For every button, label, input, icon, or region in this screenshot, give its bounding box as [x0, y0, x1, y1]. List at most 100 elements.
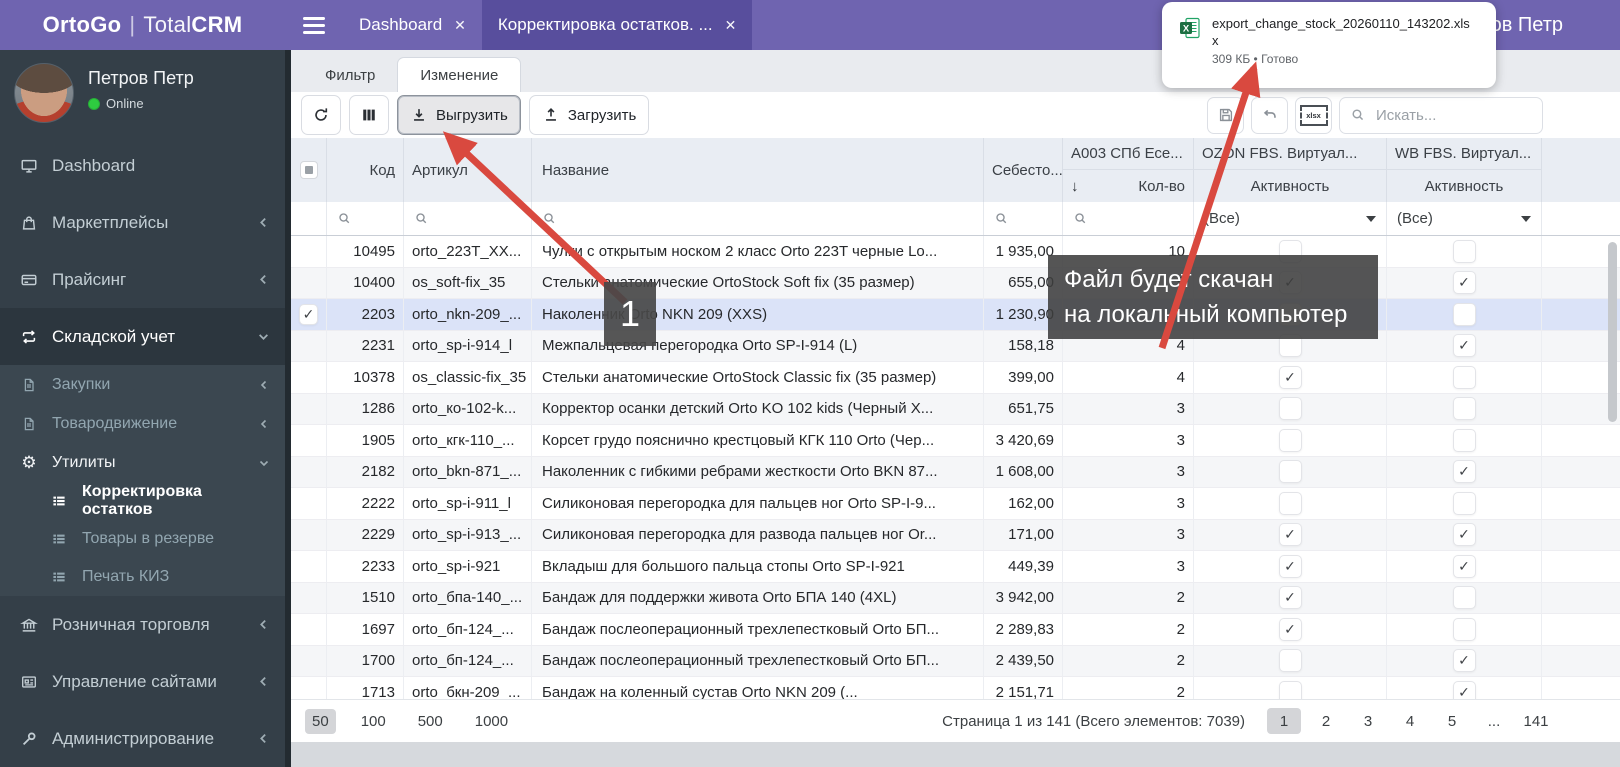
- column-group-wb[interactable]: WB FBS. Виртуал...: [1387, 138, 1542, 170]
- column-group-ozon[interactable]: OZON FBS. Виртуал...: [1194, 138, 1387, 170]
- filter-qty[interactable]: [1063, 202, 1194, 235]
- sidebar-item-retail[interactable]: Розничная торговля: [0, 596, 285, 653]
- table-row[interactable]: 1700 orto_бп-124_... Бандаж послеопераци…: [291, 646, 1620, 678]
- page-button-1[interactable]: 1: [1267, 708, 1301, 734]
- page-size-50[interactable]: 50: [305, 709, 336, 734]
- page-button-last[interactable]: 141: [1519, 708, 1553, 734]
- filter-ozon-activity-select[interactable]: (Все): [1194, 202, 1387, 235]
- wb-activity-checkbox[interactable]: [1453, 429, 1476, 452]
- table-row[interactable]: 1697 orto_бп-124_... Бандаж послеопераци…: [291, 614, 1620, 646]
- sidebar-item-purchases[interactable]: Закупки: [0, 365, 285, 404]
- wb-activity-checkbox[interactable]: [1453, 618, 1476, 641]
- table-row[interactable]: 10495 orto_223T_XX... Чулки с открытым н…: [291, 236, 1620, 268]
- export-button[interactable]: Выгрузить: [397, 95, 521, 135]
- sidebar-item-warehouse[interactable]: Складской учет: [0, 308, 285, 365]
- table-row[interactable]: 2233 orto_sp-i-921 Вкладыш для большого …: [291, 551, 1620, 583]
- undo-button[interactable]: [1251, 97, 1288, 134]
- sidebar-item-goods-movement[interactable]: Товародвижение: [0, 404, 285, 443]
- filter-name[interactable]: [532, 202, 984, 235]
- close-icon[interactable]: ✕: [454, 17, 466, 34]
- sidebar-toggle-button[interactable]: [285, 0, 343, 50]
- ozon-activity-checkbox[interactable]: ✓: [1279, 586, 1302, 609]
- row-checkbox[interactable]: ✓: [299, 304, 318, 325]
- tab-filter[interactable]: Фильтр: [303, 58, 397, 92]
- search-box[interactable]: [1339, 97, 1543, 134]
- ozon-activity-checkbox[interactable]: ✓: [1279, 366, 1302, 389]
- page-size-1000[interactable]: 1000: [468, 709, 515, 734]
- sidebar-item-reserved-goods[interactable]: Товары в резерве: [0, 520, 285, 558]
- wb-activity-checkbox[interactable]: ✓: [1453, 555, 1476, 578]
- wb-activity-checkbox[interactable]: ✓: [1453, 460, 1476, 483]
- filter-code[interactable]: [327, 202, 404, 235]
- column-header-wb-activity[interactable]: Активность: [1387, 170, 1542, 202]
- ozon-activity-checkbox[interactable]: [1279, 681, 1302, 699]
- tab-stock-correction[interactable]: Корректировка остатков. ... ✕: [482, 0, 752, 50]
- table-row[interactable]: 1713 orto_бкн-209_... Бандаж на коленный…: [291, 677, 1620, 699]
- table-row[interactable]: 2229 orto_sp-i-913_... Силиконовая перег…: [291, 520, 1620, 552]
- wb-activity-checkbox[interactable]: [1453, 240, 1476, 263]
- user-avatar[interactable]: [14, 63, 74, 123]
- download-notification[interactable]: X export_change_stock_20260110_143202.xl…: [1162, 2, 1496, 88]
- table-row-selected[interactable]: ✓ 2203 orto_nkn-209_... Наколенник Orto …: [291, 299, 1620, 331]
- export-xlsx-button[interactable]: xlsx: [1295, 97, 1332, 134]
- table-row[interactable]: 2182 orto_bkn-871_... Наколенник с гибки…: [291, 457, 1620, 489]
- page-button-5[interactable]: 5: [1435, 708, 1469, 734]
- tab-edit[interactable]: Изменение: [397, 57, 521, 92]
- wb-activity-checkbox[interactable]: [1453, 397, 1476, 420]
- wb-activity-checkbox[interactable]: ✓: [1453, 334, 1476, 357]
- save-button[interactable]: [1207, 97, 1244, 134]
- sidebar-item-administration[interactable]: Администрирование: [0, 710, 285, 767]
- table-row[interactable]: 2222 orto_sp-i-911_l Силиконовая перегор…: [291, 488, 1620, 520]
- refresh-button[interactable]: [301, 95, 341, 135]
- ozon-activity-checkbox[interactable]: [1279, 460, 1302, 483]
- columns-button[interactable]: [349, 95, 389, 135]
- column-header-name[interactable]: Название: [532, 138, 984, 202]
- ozon-activity-checkbox[interactable]: [1279, 649, 1302, 672]
- table-row[interactable]: 10400 os_soft-fix_35 Стельки анатомическ…: [291, 268, 1620, 300]
- close-icon[interactable]: ✕: [725, 17, 737, 34]
- ozon-activity-checkbox[interactable]: ✓: [1279, 555, 1302, 578]
- filter-article[interactable]: [404, 202, 532, 235]
- sidebar-item-pricing[interactable]: Прайсинг: [0, 251, 285, 308]
- column-group-warehouse[interactable]: A003 СПб Есе...: [1063, 138, 1194, 170]
- import-button[interactable]: Загрузить: [529, 95, 650, 135]
- wb-activity-checkbox[interactable]: ✓: [1453, 523, 1476, 546]
- page-button-4[interactable]: 4: [1393, 708, 1427, 734]
- page-button-3[interactable]: 3: [1351, 708, 1385, 734]
- wb-activity-checkbox[interactable]: ✓: [1453, 649, 1476, 672]
- sidebar-item-utilities[interactable]: ⚙ Утилиты: [0, 443, 285, 482]
- ozon-activity-checkbox[interactable]: [1279, 492, 1302, 515]
- filter-cost[interactable]: [984, 202, 1063, 235]
- ozon-activity-checkbox[interactable]: [1279, 397, 1302, 420]
- sidebar-item-stock-correction[interactable]: Корректировка остатков: [0, 482, 285, 520]
- ozon-activity-checkbox[interactable]: [1279, 429, 1302, 452]
- wb-activity-checkbox[interactable]: [1453, 366, 1476, 389]
- wb-activity-checkbox[interactable]: [1453, 303, 1476, 326]
- wb-activity-checkbox[interactable]: [1453, 492, 1476, 515]
- column-header-qty[interactable]: ↓ Кол-во: [1063, 170, 1194, 202]
- page-button-2[interactable]: 2: [1309, 708, 1343, 734]
- ozon-activity-checkbox[interactable]: ✓: [1279, 523, 1302, 546]
- column-header-cost[interactable]: Себесто...: [984, 138, 1063, 202]
- wb-activity-checkbox[interactable]: ✓: [1453, 681, 1476, 699]
- table-row[interactable]: 2231 orto_sp-i-914_l Межпальцевая перего…: [291, 331, 1620, 363]
- sidebar-item-dashboard[interactable]: Dashboard: [0, 137, 285, 194]
- sidebar-item-kiz-print[interactable]: Печать КИЗ: [0, 558, 285, 596]
- wb-activity-checkbox[interactable]: [1453, 586, 1476, 609]
- column-header-ozon-activity[interactable]: Активность: [1194, 170, 1387, 202]
- vertical-scrollbar-thumb[interactable]: [1608, 242, 1617, 422]
- table-row[interactable]: 1286 orto_ко-102-k... Корректор осанки д…: [291, 394, 1620, 426]
- ozon-activity-checkbox[interactable]: ✓: [1279, 618, 1302, 641]
- column-header-article[interactable]: Артикул: [404, 138, 532, 202]
- filter-wb-activity-select[interactable]: (Все): [1387, 202, 1542, 235]
- select-all-checkbox[interactable]: [300, 161, 318, 179]
- wb-activity-checkbox[interactable]: ✓: [1453, 271, 1476, 294]
- column-header-code[interactable]: Код: [327, 138, 404, 202]
- page-size-500[interactable]: 500: [411, 709, 450, 734]
- table-row[interactable]: 1905 orto_кгк-110_... Корсет грудо поясн…: [291, 425, 1620, 457]
- sidebar-item-site-management[interactable]: Управление сайтами: [0, 653, 285, 710]
- search-input[interactable]: [1374, 106, 1508, 125]
- table-row[interactable]: 1510 orto_бпа-140_... Бандаж для поддерж…: [291, 583, 1620, 615]
- page-size-100[interactable]: 100: [354, 709, 393, 734]
- table-row[interactable]: 10378 os_classic-fix_35 Стельки анатомич…: [291, 362, 1620, 394]
